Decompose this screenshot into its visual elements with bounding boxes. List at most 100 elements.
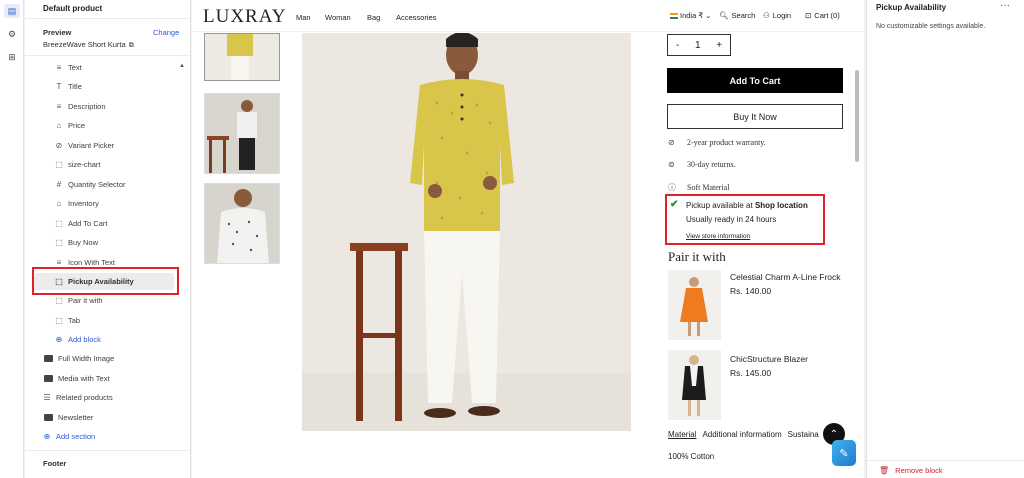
- external-link-icon[interactable]: ⧉: [129, 42, 134, 49]
- shield-check-icon: ⊘: [668, 138, 675, 147]
- hash-icon: #: [56, 180, 62, 189]
- preview-product-name: BreezeWave Short Kurta: [43, 40, 126, 49]
- pair-item-name[interactable]: Celestial Charm A-Line Frock: [730, 272, 841, 282]
- block-text[interactable]: ≡ Text: [25, 59, 175, 76]
- remove-block-button[interactable]: 🗑︎ Remove block: [879, 466, 943, 475]
- product-thumbnail-1[interactable]: [204, 33, 280, 81]
- product-thumbnail-2[interactable]: [204, 93, 280, 174]
- block-icon: ⬚: [55, 160, 63, 169]
- block-label: size-chart: [68, 160, 101, 169]
- buy-now-button[interactable]: Buy It Now: [667, 104, 843, 129]
- tab-material[interactable]: Material: [668, 430, 696, 439]
- chat-widget-icon[interactable]: ✎: [832, 440, 856, 466]
- pair-item-image[interactable]: [668, 350, 721, 420]
- region-selector[interactable]: India ₹ ⌄: [670, 11, 711, 20]
- section-related-products[interactable]: ☰ Related products: [25, 389, 175, 406]
- gear-icon[interactable]: ⚙: [4, 27, 20, 41]
- pair-item-name[interactable]: ChicStructure Blazer: [730, 354, 808, 364]
- block-icon: ⬚: [55, 238, 63, 247]
- cart-icon: ⊡: [805, 11, 812, 20]
- preview-scrollbar[interactable]: [855, 70, 859, 162]
- block-icon: ⬚: [55, 219, 63, 228]
- block-label: Price: [68, 121, 86, 130]
- block-price[interactable]: ⌂ Price: [25, 117, 175, 134]
- quantity-decrease-button[interactable]: -: [676, 40, 679, 51]
- quantity-increase-button[interactable]: +: [716, 40, 722, 51]
- block-inventory[interactable]: ⌂ Inventory: [25, 195, 175, 212]
- block-description[interactable]: ≡ Description: [25, 98, 175, 115]
- section-label: Media with Text: [58, 374, 110, 383]
- add-section-label: Add section: [56, 432, 96, 441]
- icon-rail: ▤ ⚙ ⊞: [0, 0, 24, 478]
- add-block-button[interactable]: ⊕ Add block: [25, 331, 175, 348]
- quantity-value[interactable]: 1: [695, 40, 701, 51]
- model-white-printed-shirt-image: [205, 94, 279, 173]
- section-full-width-image[interactable]: Full Width Image: [25, 350, 175, 367]
- search-label: Search: [731, 11, 756, 20]
- block-size-chart[interactable]: ⬚ size-chart: [25, 156, 175, 173]
- block-label: Pair it with: [68, 296, 103, 305]
- title-icon: T: [56, 82, 62, 91]
- newsletter-icon: [44, 414, 53, 421]
- section-label: Newsletter: [58, 413, 94, 422]
- trash-icon: 🗑︎: [879, 466, 890, 475]
- layout-icon[interactable]: ▤: [4, 4, 20, 18]
- product-thumbnail-3[interactable]: [204, 183, 280, 264]
- model-white-printed-shirt-closeup-image: [205, 184, 279, 263]
- model-yellow-kurta-image: [302, 33, 631, 431]
- quantity-stepper[interactable]: - 1 +: [667, 34, 731, 56]
- black-blazer-image: [668, 350, 721, 420]
- nav-link-accessories[interactable]: Accessories: [396, 13, 436, 22]
- divider: [25, 450, 190, 451]
- pair-item-price: Rs. 145.00: [730, 368, 772, 378]
- nav-link-man[interactable]: Man: [296, 13, 311, 22]
- no-settings-message: No customizable settings available.: [876, 23, 986, 30]
- divider: [25, 18, 190, 19]
- block-title[interactable]: T Title: [25, 78, 175, 95]
- login-button[interactable]: ⚇ Login: [763, 11, 791, 20]
- info-icon: ⓘ: [668, 183, 676, 192]
- add-to-cart-button[interactable]: Add To Cart: [667, 68, 843, 93]
- nav-link-woman[interactable]: Woman: [325, 13, 351, 22]
- block-label: Add To Cart: [68, 219, 108, 228]
- block-label: Variant Picker: [68, 141, 115, 150]
- collapse-caret-icon[interactable]: ▲: [179, 63, 185, 69]
- section-media-with-text[interactable]: Media with Text: [25, 370, 175, 387]
- preview-product[interactable]: BreezeWave Short Kurta ⧉: [43, 40, 134, 50]
- search-button[interactable]: 🔍︎ Search: [719, 11, 755, 20]
- india-flag-icon: [670, 12, 678, 19]
- plus-circle-icon: ⊕: [43, 432, 51, 441]
- image-icon: [44, 355, 53, 362]
- block-label: Title: [68, 82, 82, 91]
- cart-button[interactable]: ⊡ Cart (0): [805, 11, 840, 20]
- product-main-image[interactable]: [302, 33, 631, 431]
- apps-icon[interactable]: ⊞: [4, 50, 20, 64]
- tag-icon: ⌂: [56, 121, 62, 130]
- list-icon: ☰: [43, 393, 51, 402]
- block-buy-now[interactable]: ⬚ Buy Now: [25, 234, 175, 251]
- orange-dress-image: [668, 270, 721, 340]
- pair-it-with-heading: Pair it with: [668, 249, 726, 264]
- store-logo[interactable]: LUXRAY: [203, 6, 286, 28]
- user-icon: ⚇: [763, 11, 770, 20]
- highlight-annotation: [665, 194, 825, 245]
- section-label: Related products: [56, 393, 113, 402]
- block-quantity-selector[interactable]: # Quantity Selector: [25, 176, 175, 193]
- tab-sustainability[interactable]: Sustaina: [788, 430, 819, 439]
- add-section-button[interactable]: ⊕ Add section: [25, 428, 175, 445]
- more-options-icon[interactable]: ···: [1000, 0, 1010, 11]
- block-add-to-cart[interactable]: ⬚ Add To Cart: [25, 215, 175, 232]
- block-tab[interactable]: ⬚ Tab: [25, 312, 175, 329]
- nav-link-bag[interactable]: Bag: [367, 13, 380, 22]
- region-label: India ₹: [680, 11, 704, 20]
- block-label: Description: [68, 102, 106, 111]
- block-variant-picker[interactable]: ⊘ Variant Picker: [25, 137, 175, 154]
- pair-item-image[interactable]: [668, 270, 721, 340]
- section-newsletter[interactable]: Newsletter: [25, 409, 175, 426]
- change-preview-link[interactable]: Change: [153, 28, 179, 37]
- remove-block-label: Remove block: [895, 466, 943, 475]
- return-icon: ⊜: [668, 160, 675, 169]
- tab-additional-information[interactable]: Additional informatiom: [702, 430, 781, 439]
- plus-circle-icon: ⊕: [55, 335, 63, 344]
- preview-label: Preview: [43, 28, 72, 37]
